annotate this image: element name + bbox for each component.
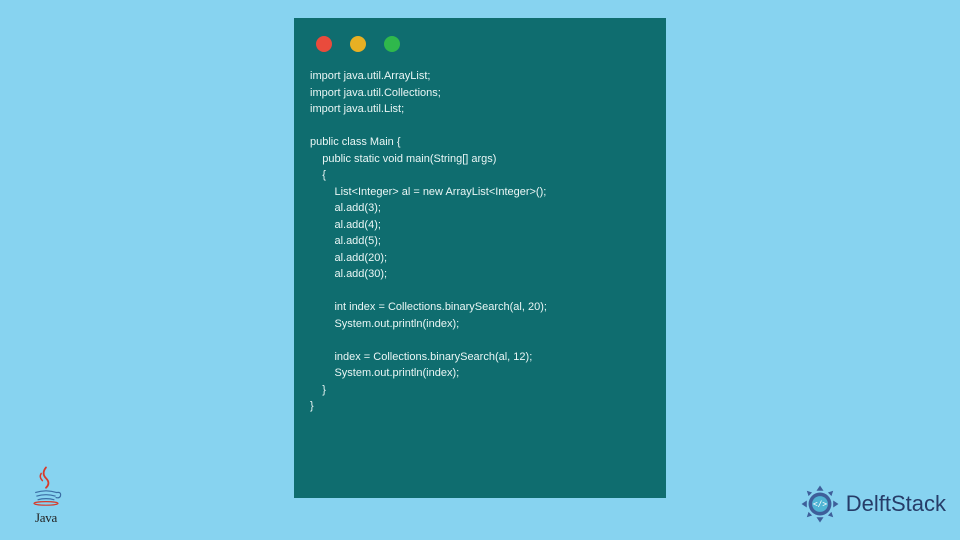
code-block: import java.util.ArrayList; import java.… xyxy=(310,68,650,415)
close-icon xyxy=(316,36,332,52)
delftstack-text: DelftStack xyxy=(846,491,946,517)
java-cup-icon xyxy=(28,465,64,507)
delftstack-logo: </> DelftStack xyxy=(798,482,946,526)
maximize-icon xyxy=(384,36,400,52)
delftstack-gear-icon: </> xyxy=(798,482,842,526)
java-logo: Java xyxy=(28,465,64,526)
java-logo-text: Java xyxy=(28,510,64,526)
code-window: import java.util.ArrayList; import java.… xyxy=(294,18,666,498)
svg-text:</>: </> xyxy=(813,500,828,509)
window-controls xyxy=(316,36,650,52)
minimize-icon xyxy=(350,36,366,52)
